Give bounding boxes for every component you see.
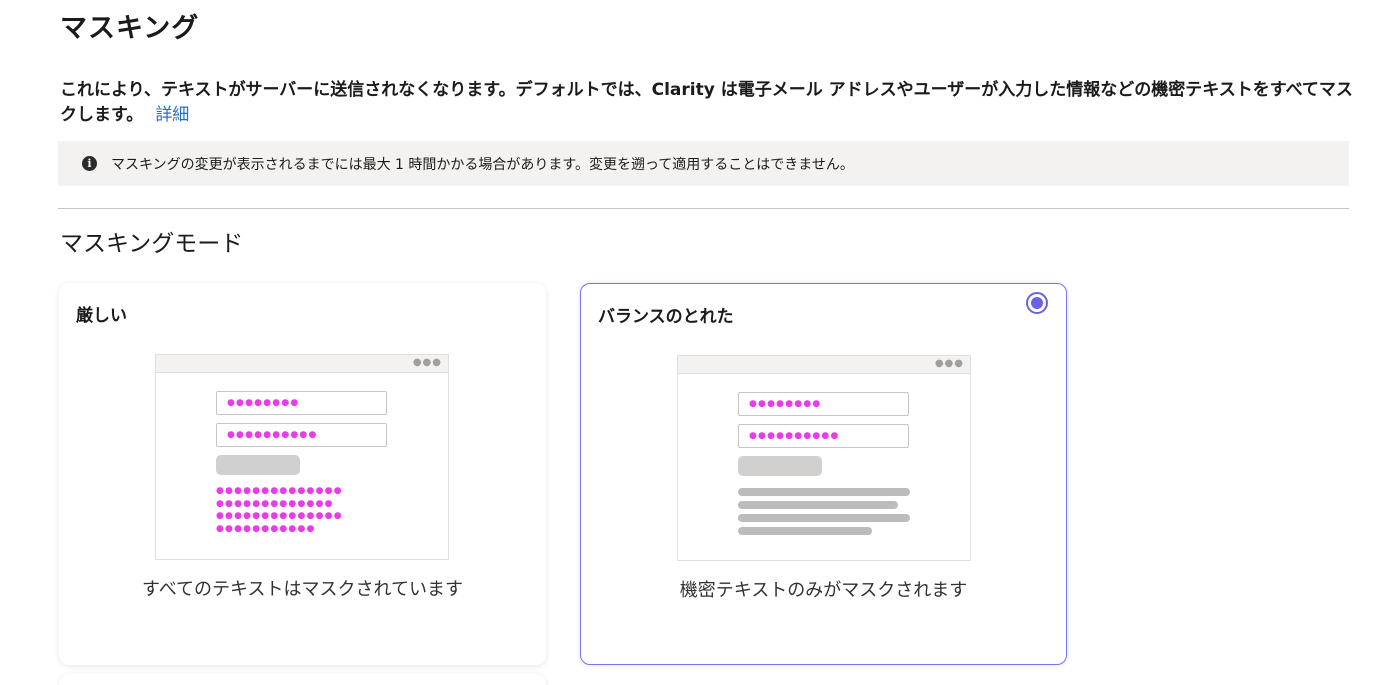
browser-bar: ●●●	[156, 355, 448, 373]
strict-mode-illustration: ●●● ●●●●●●●● ●●●●●●●●●● ●●●●●●●●●●●●●● ●…	[155, 354, 449, 560]
divider	[58, 208, 1349, 209]
selected-radio[interactable]	[1026, 292, 1048, 314]
mode-card-title: バランスのとれた	[598, 307, 734, 327]
text-line-placeholder	[738, 527, 872, 535]
text-line-placeholder	[738, 514, 910, 522]
masked-field: ●●●●●●●●●●	[216, 423, 387, 447]
info-icon: i	[82, 156, 97, 171]
learn-more-link[interactable]: 詳細	[155, 105, 189, 125]
mode-card-strict[interactable]: 厳しい ●●● ●●●●●●●● ●●●●●●●●●● ●●●●●●●●●●●●…	[59, 283, 546, 665]
mode-card-caption: すべてのテキストはマスクされています	[142, 579, 463, 600]
window-dots-icon: ●●●	[934, 358, 964, 369]
window-dots-icon: ●●●	[412, 357, 442, 368]
radio-dot-icon	[1031, 297, 1043, 309]
masking-settings-page: マスキング これにより、テキストがサーバーに送信されなくなります。デフォルトでは…	[0, 0, 1377, 685]
text-line-placeholder	[738, 488, 910, 496]
button-placeholder	[216, 455, 300, 475]
text-line-placeholder	[738, 501, 898, 509]
browser-bar: ●●●	[678, 356, 970, 374]
balanced-mode-illustration: ●●● ●●●●●●●● ●●●●●●●●●●	[677, 355, 971, 561]
mode-card-caption: 機密テキストのみがマスクされます	[679, 580, 968, 601]
masked-field: ●●●●●●●●●●	[738, 424, 909, 448]
masked-field: ●●●●●●●●	[738, 392, 909, 416]
masked-text-block: ●●●●●●●●●●●●●● ●●●●●●●●●●●●● ●●●●●●●●●●●…	[216, 486, 343, 534]
mode-card-title: 厳しい	[76, 306, 127, 326]
page-description: これにより、テキストがサーバーに送信されなくなります。デフォルトでは、Clari…	[60, 78, 1360, 128]
masked-field: ●●●●●●●●	[216, 391, 387, 415]
page-title: マスキング	[60, 13, 200, 44]
section-title: マスキングモード	[60, 231, 244, 257]
next-mode-card-peek	[59, 674, 546, 685]
description-text: これにより、テキストがサーバーに送信されなくなります。デフォルトでは、Clari…	[60, 80, 1353, 125]
notice-text: マスキングの変更が表示されるまでには最大 1 時間かかる場合があります。変更を遡…	[111, 156, 854, 173]
button-placeholder	[738, 456, 822, 476]
mode-card-balanced[interactable]: バランスのとれた ●●● ●●●●●●●● ●●●●●●●●●● 機密テキストの…	[580, 283, 1067, 665]
info-notice: i マスキングの変更が表示されるまでには最大 1 時間かかる場合があります。変更…	[58, 141, 1349, 186]
